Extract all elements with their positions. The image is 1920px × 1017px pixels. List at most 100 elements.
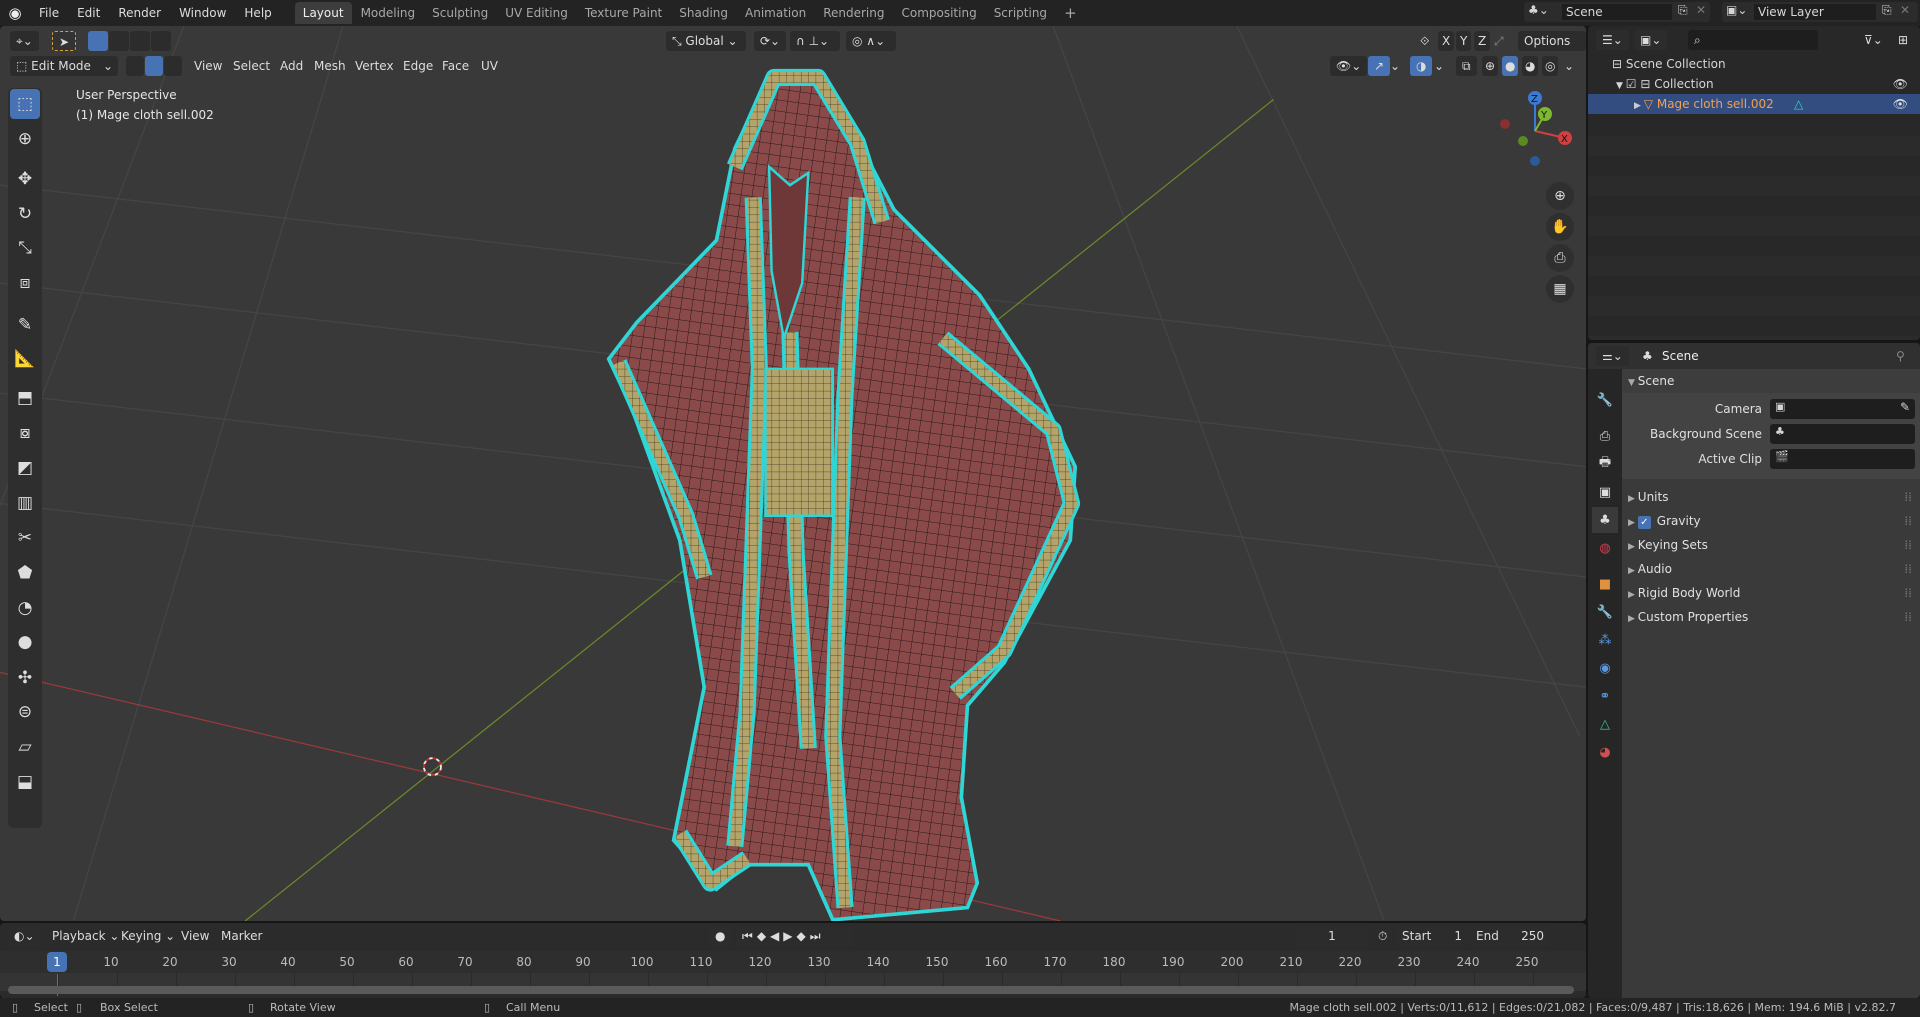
shading-wireframe[interactable]: ⊕	[1482, 56, 1499, 76]
mode-select[interactable]: ⬚ Edit Mode ⌄	[10, 56, 118, 76]
field-active-clip[interactable]: 🎬	[1770, 449, 1915, 469]
outliner-search[interactable]: ⌕	[1688, 30, 1818, 50]
menu-face[interactable]: Face	[442, 56, 469, 76]
vertex-select-mode[interactable]	[126, 56, 144, 76]
menu-marker[interactable]: Marker	[221, 926, 262, 946]
timeline-scrollbar[interactable]	[8, 986, 1574, 994]
perspective-toggle-button[interactable]: ▦	[1546, 275, 1574, 303]
overlay-toggle[interactable]: ◑	[1410, 56, 1433, 76]
tool-select-box[interactable]: ⬚	[10, 89, 40, 119]
gravity-checkbox[interactable]: ✓	[1637, 516, 1651, 529]
drag-handle-icon[interactable]: ⁞⁞	[1904, 557, 1912, 581]
properties-tab-modifier[interactable]: 🔧	[1592, 599, 1618, 625]
scene-name[interactable]: Scene	[1562, 4, 1672, 20]
mage-cloth-mesh[interactable]	[606, 68, 1081, 921]
auto-keying-toggle[interactable]: ●	[710, 926, 731, 946]
tool-rotate[interactable]: ↻	[10, 199, 40, 229]
field-camera[interactable]: ▣ ✎	[1770, 399, 1915, 419]
properties-tab-view-layer[interactable]: ▣	[1592, 479, 1618, 505]
navigation-gizmo[interactable]: Z X Y	[1490, 86, 1580, 176]
panel-audio[interactable]: ▶ Audio ⁞⁞	[1628, 557, 1920, 581]
new-collection-icon[interactable]: ⊞	[1898, 30, 1908, 50]
mirror-icon[interactable]: ⟐	[1420, 31, 1429, 51]
menu-view[interactable]: View	[194, 56, 222, 76]
outliner-row-mage-cloth[interactable]: ▶ ▽ Mage cloth sell.002 △ 👁	[1588, 94, 1920, 114]
zoom-view-button[interactable]: ⊕	[1546, 182, 1574, 210]
properties-tab-constraints[interactable]: ⚭	[1592, 683, 1618, 709]
eyedropper-icon[interactable]: ✎	[1900, 400, 1910, 414]
tool-extrude[interactable]: ⬒	[10, 383, 40, 413]
pivot-point-button[interactable]: ⟳⌄	[754, 31, 787, 51]
scene-selector[interactable]: ♣⌄ Scene ⎘ ✕	[1524, 2, 1710, 22]
outliner-editor-type[interactable]: ☰⌄	[1596, 30, 1629, 50]
gizmo-dropdown-icon[interactable]: ⌄	[1390, 56, 1400, 76]
outliner-row-collection[interactable]: ▼ ☑ ⊟ Collection 👁	[1588, 74, 1920, 94]
select-mode-extend[interactable]	[109, 31, 129, 51]
properties-tab-tool[interactable]: 🔧	[1592, 387, 1618, 413]
proportional-editing-button[interactable]: ◎ ∧⌄	[846, 31, 896, 51]
menu-help[interactable]: Help	[235, 1, 280, 25]
tab-compositing[interactable]: Compositing	[893, 2, 984, 24]
properties-tab-scene[interactable]: ♣	[1592, 507, 1618, 533]
tab-rendering[interactable]: Rendering	[815, 2, 892, 24]
shading-dropdown-icon[interactable]: ⌄	[1564, 56, 1574, 76]
stopwatch-icon[interactable]: ⏱	[1378, 926, 1387, 946]
tab-texture-paint[interactable]: Texture Paint	[577, 2, 670, 24]
menu-vertex[interactable]: Vertex	[355, 56, 394, 76]
blender-logo-icon[interactable]: ◉	[0, 4, 30, 22]
tool-bevel[interactable]: ◩	[10, 453, 40, 483]
display-mode-button[interactable]: ▣⌄	[1634, 30, 1668, 50]
drag-handle-icon[interactable]: ⁞⁞	[1904, 485, 1912, 509]
view-layer-name[interactable]: View Layer	[1754, 4, 1876, 20]
view-layer-selector[interactable]: ▣⌄ View Layer ⎘ ✕	[1722, 2, 1918, 22]
tab-scripting[interactable]: Scripting	[986, 2, 1055, 24]
menu-edge[interactable]: Edge	[403, 56, 433, 76]
panel-keying-sets[interactable]: ▶ Keying Sets ⁞⁞	[1628, 533, 1920, 557]
select-mode-subtract[interactable]	[130, 31, 150, 51]
3d-viewport[interactable]: ⌖⌄ ➤ ⤡ Global ⌄ ⟳⌄ ∩ ⊥⌄ ◎ ∧⌄ ⟐ X Y Z ⤢ O…	[0, 26, 1586, 921]
face-select-mode[interactable]	[164, 56, 182, 76]
drag-handle-icon[interactable]: ⁞⁞	[1904, 581, 1912, 605]
start-frame-field[interactable]: Start 1	[1396, 926, 1468, 946]
tab-animation[interactable]: Animation	[737, 2, 814, 24]
tool-smooth[interactable]: ●	[10, 627, 40, 657]
tool-knife[interactable]: ✂	[10, 523, 40, 553]
mirror-x-toggle[interactable]: X	[1438, 31, 1455, 51]
new-view-layer-icon[interactable]: ⎘	[1882, 3, 1892, 18]
eye-icon[interactable]: 👁	[1893, 74, 1908, 94]
select-tool-button[interactable]: ➤	[52, 31, 77, 51]
gizmo-toggle[interactable]: ↗	[1368, 56, 1391, 76]
properties-tab-material[interactable]: ◕	[1592, 739, 1618, 765]
properties-tab-render[interactable]: ⎙	[1592, 423, 1618, 449]
shading-material[interactable]: ◕	[1522, 56, 1539, 76]
playback-controls[interactable]: ⏮◆◀▶◆⏭	[736, 926, 854, 946]
tool-spin[interactable]: ◔	[10, 593, 40, 623]
checkbox-icon[interactable]: ☑	[1626, 77, 1641, 91]
tool-shrink-fatten[interactable]: ⊜	[10, 697, 40, 727]
panel-units[interactable]: ▶ Units ⁞⁞	[1628, 485, 1920, 509]
pin-icon[interactable]: ⚲	[1896, 346, 1905, 366]
close-scene-icon[interactable]: ✕	[1696, 3, 1706, 17]
editor-type-button[interactable]: ⌖⌄	[10, 31, 39, 51]
prev-keyframe-icon[interactable]: ◆	[757, 929, 770, 943]
drag-handle-icon[interactable]: ⁞⁞	[1904, 605, 1912, 629]
tool-move[interactable]: ✥	[10, 164, 40, 194]
panel-scene-title[interactable]: ▼ Scene	[1628, 369, 1920, 393]
drag-handle-icon[interactable]: ⁞⁞	[1904, 509, 1912, 533]
filter-icon[interactable]: ⊽⌄	[1864, 30, 1883, 50]
tool-inset[interactable]: ⧇	[10, 418, 40, 448]
tab-layout[interactable]: Layout	[294, 2, 352, 24]
next-keyframe-icon[interactable]: ◆	[797, 929, 810, 943]
menu-add[interactable]: Add	[280, 56, 303, 76]
menu-uv[interactable]: UV	[481, 56, 498, 76]
jump-start-icon[interactable]: ⏮	[742, 929, 757, 943]
add-workspace-button[interactable]: +	[1056, 2, 1085, 24]
menu-playback[interactable]: Playback ⌄	[52, 926, 119, 946]
auto-merge-icon[interactable]: ⤢	[1494, 31, 1504, 51]
selectability-visibility-button[interactable]: 👁⌄	[1330, 56, 1368, 76]
tool-measure[interactable]: 📐	[10, 344, 40, 374]
select-mode-new[interactable]	[88, 31, 108, 51]
tab-sculpting[interactable]: Sculpting	[424, 2, 496, 24]
tool-edge-slide[interactable]: ✣	[10, 663, 40, 693]
properties-tab-particles[interactable]: ⁂	[1592, 627, 1618, 653]
